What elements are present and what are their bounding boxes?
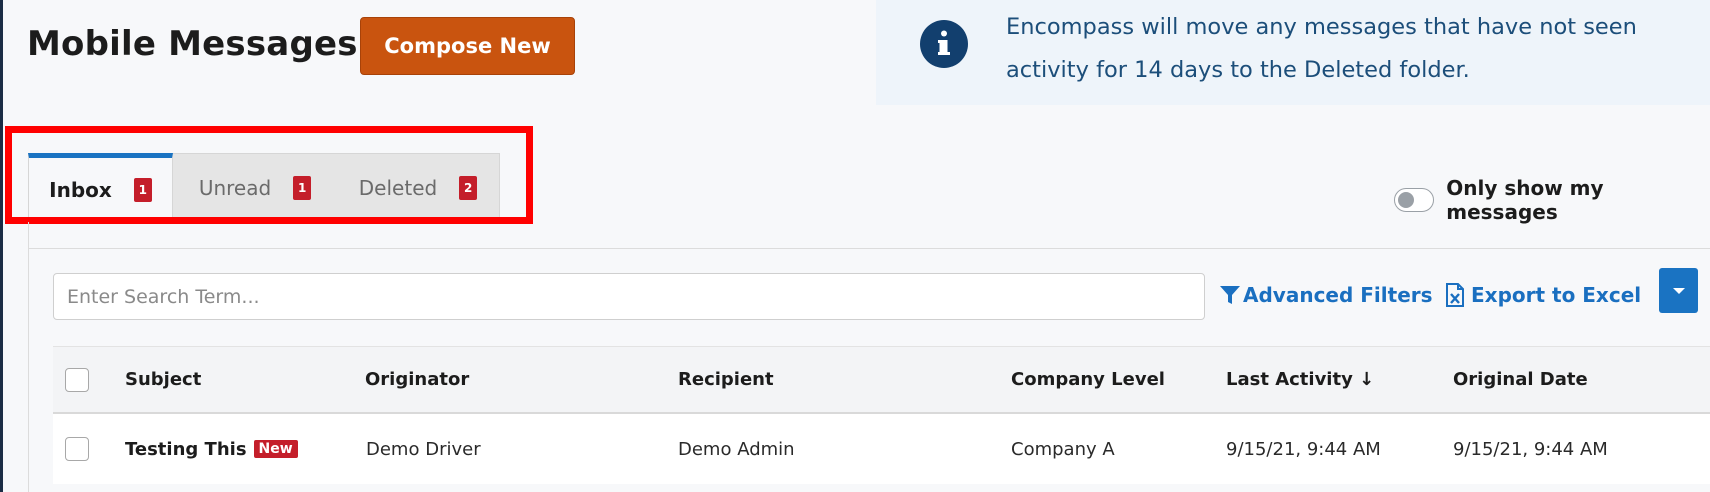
export-to-excel-button[interactable]: Export to Excel bbox=[1446, 283, 1641, 307]
advanced-filters-button[interactable]: Advanced Filters bbox=[1219, 283, 1433, 307]
table-row[interactable]: Testing This New Demo Driver Demo Admin … bbox=[53, 414, 1710, 484]
search-input[interactable] bbox=[53, 273, 1205, 320]
row-checkbox[interactable] bbox=[65, 437, 89, 461]
row-subject-text: Testing This bbox=[125, 438, 247, 460]
row-originator: Demo Driver bbox=[366, 438, 481, 460]
row-last-activity: 9/15/21, 9:44 AM bbox=[1226, 438, 1381, 460]
new-badge: New bbox=[253, 440, 298, 458]
info-banner-text: Encompass will move any messages that ha… bbox=[1006, 14, 1637, 83]
info-icon bbox=[920, 20, 968, 68]
row-select-cell bbox=[65, 414, 89, 484]
tabs-highlight-box bbox=[5, 126, 533, 224]
row-subject[interactable]: Testing This New bbox=[125, 414, 298, 484]
export-to-excel-label: Export to Excel bbox=[1471, 283, 1642, 307]
left-edge-bar bbox=[0, 0, 3, 492]
column-header-last-activity[interactable]: Last Activity ↓ bbox=[1226, 347, 1374, 412]
only-my-messages-toggle-group: Only show my messages bbox=[1394, 176, 1710, 224]
excel-file-icon bbox=[1446, 283, 1464, 307]
select-all-checkbox[interactable] bbox=[65, 367, 89, 392]
info-banner: Encompass will move any messages that ha… bbox=[876, 0, 1710, 105]
row-recipient: Demo Admin bbox=[678, 438, 795, 460]
only-my-messages-toggle[interactable] bbox=[1394, 188, 1435, 212]
page-title: Mobile Messages bbox=[27, 24, 358, 64]
advanced-filters-label: Advanced Filters bbox=[1243, 283, 1433, 307]
column-header-recipient[interactable]: Recipient bbox=[678, 347, 774, 412]
panel-divider bbox=[28, 248, 1710, 249]
filter-icon bbox=[1220, 286, 1240, 304]
row-company-level: Company A bbox=[1011, 438, 1115, 460]
actions-dropdown-button[interactable] bbox=[1659, 268, 1698, 313]
select-all-cell bbox=[65, 347, 89, 412]
column-header-original-date[interactable]: Original Date bbox=[1453, 347, 1588, 412]
column-header-subject[interactable]: Subject bbox=[125, 347, 201, 412]
caret-down-icon bbox=[1672, 287, 1685, 294]
panel-left-border bbox=[28, 222, 29, 492]
only-my-messages-label: Only show my messages bbox=[1446, 176, 1604, 224]
column-header-originator[interactable]: Originator bbox=[365, 347, 469, 412]
row-original-date: 9/15/21, 9:44 AM bbox=[1453, 438, 1608, 460]
table-header-row: Subject Originator Recipient Company Lev… bbox=[53, 346, 1710, 414]
compose-new-button[interactable]: Compose New bbox=[360, 17, 575, 75]
column-header-company-level[interactable]: Company Level bbox=[1011, 347, 1165, 412]
